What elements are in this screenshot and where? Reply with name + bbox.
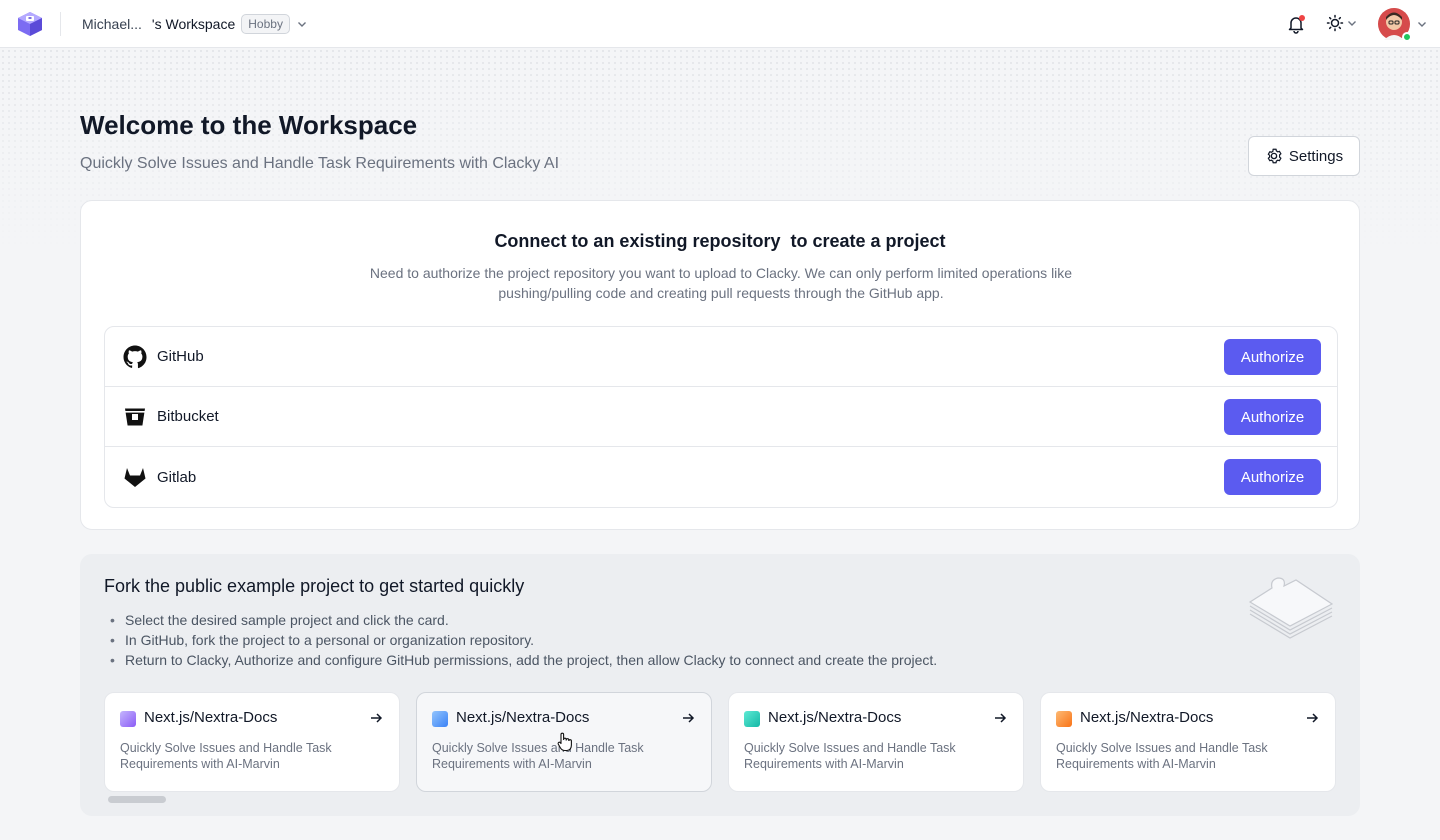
stacked-pages-illustration-icon — [1248, 577, 1334, 639]
example-project-card[interactable]: Next.js/Nextra-Docs Quickly Solve Issues… — [1040, 692, 1336, 792]
workspace-suffix: 's Workspace — [151, 16, 236, 32]
list-item: In GitHub, fork the project to a persona… — [110, 630, 937, 650]
card-description: Quickly Solve Issues and Handle Task Req… — [120, 741, 332, 771]
clacky-logo-icon[interactable] — [16, 11, 44, 37]
example-project-cards: Next.js/Nextra-Docs Quickly Solve Issues… — [104, 692, 1336, 792]
card-title: Next.js/Nextra-Docs — [456, 709, 590, 726]
github-icon — [123, 345, 147, 368]
provider-row-github: GitHub Authorize — [105, 327, 1337, 387]
project-color-icon — [744, 711, 760, 727]
card-title: Next.js/Nextra-Docs — [768, 709, 902, 726]
fork-title: Fork the public example project to get s… — [104, 576, 525, 596]
list-item: Return to Clacky, Authorize and configur… — [110, 650, 937, 670]
card-description: Quickly Solve Issues and Handle Task Req… — [432, 741, 644, 771]
page-title: Welcome to the Workspace — [80, 110, 418, 140]
arrow-right-icon — [683, 713, 695, 723]
workspace-switcher[interactable]: Michael... 's Workspace Hobby — [82, 14, 308, 34]
avatar — [1378, 8, 1412, 42]
chevron-down-icon — [297, 22, 306, 27]
fork-example-section: Fork the public example project to get s… — [80, 554, 1360, 816]
bitbucket-icon — [125, 408, 145, 425]
provider-name: GitHub — [157, 348, 204, 365]
chevron-down-icon — [1418, 22, 1426, 27]
list-item: Select the desired sample project and cl… — [110, 610, 937, 630]
user-menu[interactable] — [1378, 8, 1428, 42]
example-project-card[interactable]: Next.js/Nextra-Docs Quickly Solve Issues… — [728, 692, 1024, 792]
project-color-icon — [120, 711, 136, 727]
chevron-down-icon — [1348, 21, 1356, 26]
notification-dot — [1299, 15, 1305, 21]
example-project-card[interactable]: Next.js/Nextra-Docs Quickly Solve Issues… — [416, 692, 712, 792]
authorize-bitbucket-button[interactable]: Authorize — [1224, 399, 1321, 435]
plan-badge: Hobby — [241, 14, 290, 34]
horizontal-scrollbar[interactable] — [108, 796, 166, 803]
top-bar: Michael... 's Workspace Hobby — [0, 0, 1440, 48]
provider-name: Bitbucket — [157, 408, 219, 425]
connect-repository-card: Connect to an existing repository to cre… — [80, 200, 1360, 530]
settings-button[interactable]: Settings — [1248, 136, 1360, 176]
example-project-card[interactable]: Next.js/Nextra-Docs Quickly Solve Issues… — [104, 692, 400, 792]
provider-name: Gitlab — [157, 468, 197, 486]
gear-icon — [1267, 148, 1282, 164]
connect-title: Connect to an existing repository to cre… — [494, 231, 946, 251]
provider-row-bitbucket: Bitbucket Authorize — [105, 387, 1337, 447]
card-title: Next.js/Nextra-Docs — [144, 709, 278, 726]
arrow-right-icon — [1307, 713, 1319, 723]
project-color-icon — [1056, 711, 1072, 727]
arrow-right-icon — [995, 713, 1007, 723]
card-title: Next.js/Nextra-Docs — [1080, 709, 1214, 726]
header-divider — [60, 12, 61, 36]
page-subtitle: Quickly Solve Issues and Handle Task Req… — [80, 155, 560, 172]
provider-list: GitHub Authorize Bitbucket Authorize Git… — [104, 326, 1338, 508]
card-description: Quickly Solve Issues and Handle Task Req… — [744, 741, 956, 771]
authorize-gitlab-button[interactable]: Authorize — [1224, 459, 1321, 495]
authorize-github-button[interactable]: Authorize — [1224, 339, 1321, 375]
provider-row-gitlab: Gitlab Authorize — [105, 447, 1337, 507]
gitlab-icon — [124, 468, 146, 487]
connect-description: Need to authorize the project repository… — [369, 265, 1073, 301]
workspace-name: Michael... — [82, 16, 142, 32]
theme-toggle[interactable] — [1326, 14, 1358, 32]
online-status-dot — [1402, 32, 1412, 42]
card-description: Quickly Solve Issues and Handle Task Req… — [1056, 741, 1268, 771]
notifications-button[interactable] — [1286, 14, 1306, 34]
sun-icon — [1326, 14, 1344, 32]
fork-steps: Select the desired sample project and cl… — [110, 610, 937, 670]
project-color-icon — [432, 711, 448, 727]
settings-label: Settings — [1288, 147, 1344, 165]
arrow-right-icon — [371, 713, 383, 723]
